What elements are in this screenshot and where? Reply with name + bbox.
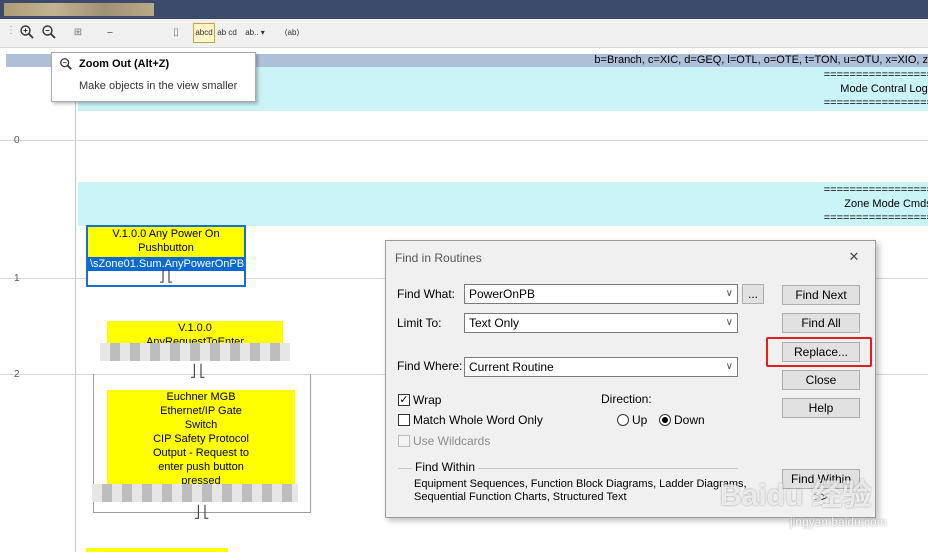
- description-line: pressed: [181, 475, 221, 484]
- description-line: Euchner MGB: [166, 391, 236, 403]
- limit-to-label: Limit To:: [397, 316, 442, 330]
- find-what-input[interactable]: PowerOnPB ∨: [464, 284, 738, 304]
- close-icon[interactable]: ✕: [844, 247, 864, 267]
- find-what-value: PowerOnPB: [469, 287, 536, 301]
- description-line: CIP Safety Protocol: [153, 433, 249, 445]
- find-where-select[interactable]: Current Routine ∨: [464, 357, 738, 377]
- comment-title: Zone Mode Cmds: [844, 198, 928, 210]
- toolbar-grip-icon: ⋮: [6, 25, 16, 36]
- use-wildcards-label: Use Wildcards: [413, 434, 491, 448]
- find-all-button[interactable]: Find All: [782, 313, 860, 333]
- instruction-description: V.1.0.0 Any Power On Pushbutton: [88, 227, 244, 257]
- description-line: AnyRequestToEnter: [146, 336, 244, 343]
- dialog-title: Find in Routines: [395, 251, 482, 265]
- direction-label: Direction:: [601, 392, 652, 406]
- direction-up-label: Up: [632, 413, 648, 427]
- comment-line: ====================: [823, 97, 928, 109]
- description-line: V.1.0.0: [178, 322, 212, 334]
- document-icon[interactable]: ▯: [166, 23, 186, 43]
- instruction-description: Euchner MGB Ethernet/IP Gate Switch CIP …: [107, 390, 295, 484]
- direction-down-radio[interactable]: [659, 414, 671, 426]
- match-whole-word-checkbox[interactable]: [398, 414, 410, 426]
- find-next-button[interactable]: Find Next: [782, 285, 860, 305]
- watermark-url: jingyan.baidu.com: [790, 515, 887, 529]
- contact-symbol: ⎦ ⎣: [194, 505, 210, 519]
- text-ab-dropdown-button[interactable]: ab.. ▾: [240, 23, 270, 43]
- find-what-label: Find What:: [397, 287, 456, 301]
- rung-number: 0: [14, 135, 20, 146]
- comment-line: ====================: [823, 212, 928, 224]
- zoom-out-icon[interactable]: [38, 23, 60, 43]
- chevron-down-icon: ∨: [725, 317, 733, 328]
- blurred-tag: [92, 484, 298, 502]
- match-whole-word-label: Match Whole Word Only: [413, 413, 543, 427]
- tag-name[interactable]: \sZone01.Sum.AnyPowerOnPB: [88, 257, 244, 271]
- zoom-in-icon[interactable]: [16, 23, 38, 43]
- blurred-tag: [100, 343, 290, 361]
- comment-line: ====================: [823, 69, 928, 81]
- find-within-list-line: Sequential Function Charts, Structured T…: [414, 491, 627, 503]
- find-where-label: Find Where:: [397, 359, 463, 373]
- ladder-toolbar: ⋮ ⊞ ⎯ ▯ abcd ab cd ab.. ▾ ⟨ab⟩: [0, 19, 928, 48]
- chevron-down-icon: ∨: [725, 361, 733, 372]
- close-button[interactable]: Close: [782, 370, 860, 390]
- text-ab-label: ab..: [245, 28, 259, 37]
- zoom-out-tooltip: Zoom Out (Alt+Z) Make objects in the vie…: [51, 52, 256, 102]
- browse-button[interactable]: ...: [742, 284, 764, 304]
- contact-symbol: ⎦ ⎣: [158, 271, 174, 283]
- comment-line: ====================: [823, 184, 928, 196]
- find-where-value: Current Routine: [469, 360, 554, 374]
- rung-comment[interactable]: ==================== Zone Mode Cmds ====…: [78, 182, 928, 226]
- text-ab-tag-button[interactable]: ⟨ab⟩: [280, 23, 304, 43]
- instruction-description: [86, 548, 228, 552]
- xic-instruction[interactable]: V.1.0.0 Any Power On Pushbutton \sZone01…: [86, 225, 246, 287]
- direction-down-label: Down: [674, 413, 705, 427]
- rung-icon[interactable]: ⎯: [100, 23, 120, 43]
- help-button[interactable]: Help: [782, 398, 860, 418]
- chevron-down-icon: ∨: [725, 288, 733, 299]
- blurred-window-title: [4, 3, 154, 16]
- description-line: Switch: [184, 419, 218, 431]
- text-ab-cd-button[interactable]: ab cd: [216, 23, 238, 43]
- direction-up-radio[interactable]: [617, 414, 629, 426]
- rung-number: 1: [14, 273, 20, 284]
- wrap-label: Wrap: [413, 393, 442, 407]
- wrap-checkbox[interactable]: ✓: [398, 394, 410, 406]
- limit-to-select[interactable]: Text Only ∨: [464, 313, 738, 333]
- text-abcd-button[interactable]: abcd: [193, 23, 215, 43]
- description-line: Ethernet/IP Gate: [160, 405, 242, 417]
- comment-title: Mode Contral Logic: [840, 83, 928, 95]
- replace-highlight-box: [766, 337, 872, 367]
- find-within-list-line: Equipment Sequences, Function Block Diag…: [414, 478, 747, 490]
- rung-number: 2: [14, 369, 20, 380]
- magnifier-icon: [59, 57, 73, 74]
- baidu-watermark: Baidu 经验: [720, 479, 872, 512]
- tooltip-description: Make objects in the view smaller: [79, 80, 238, 92]
- description-line: Pushbutton: [138, 242, 194, 254]
- description-line: Output - Request to: [153, 447, 249, 459]
- tooltip-title: Zoom Out (Alt+Z): [79, 58, 170, 70]
- rung-separator: [0, 140, 928, 141]
- select-icon[interactable]: ⊞: [68, 23, 88, 43]
- instruction-description: V.1.0.0 AnyRequestToEnter: [107, 321, 283, 343]
- limit-to-value: Text Only: [469, 316, 520, 330]
- use-wildcards-checkbox: [398, 435, 410, 447]
- find-within-label: Find Within: [412, 460, 479, 474]
- description-line: V.1.0.0 Any Power On: [112, 228, 220, 240]
- description-line: enter push button: [158, 461, 244, 473]
